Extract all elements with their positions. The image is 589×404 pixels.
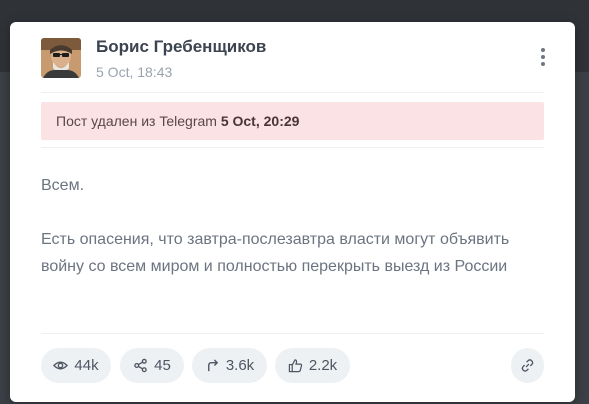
divider <box>41 147 544 148</box>
link-icon <box>521 359 534 372</box>
shares-count: 45 <box>154 357 171 374</box>
views-counter[interactable]: 44k <box>41 348 111 383</box>
post-body: Всем. Есть опасения, что завтра-послезав… <box>41 172 521 280</box>
more-options-button[interactable] <box>537 48 549 70</box>
post-card: Борис Гребенщиков 5 Oct, 18:43 Пост удал… <box>10 22 575 402</box>
more-vertical-icon <box>541 48 545 52</box>
deleted-notice-text: Пост удален из Telegram <box>56 113 221 129</box>
deleted-notice: Пост удален из Telegram 5 Oct, 20:29 <box>41 102 544 140</box>
divider <box>41 92 544 93</box>
reactions-counter[interactable]: 2.2k <box>275 348 350 383</box>
divider <box>41 333 544 334</box>
avatar[interactable] <box>41 38 81 78</box>
shares-counter[interactable]: 45 <box>120 348 184 383</box>
views-count: 44k <box>74 357 99 374</box>
eye-icon <box>53 361 69 370</box>
share-nodes-icon <box>134 358 147 373</box>
reactions-count: 2.2k <box>308 357 338 374</box>
avatar-image <box>41 38 81 78</box>
author-name[interactable]: Борис Гребенщиков <box>96 37 266 57</box>
forward-arrow-icon <box>207 359 218 372</box>
copy-link-button[interactable] <box>511 348 544 383</box>
forwards-count: 3.6k <box>225 357 255 374</box>
post-timestamp[interactable]: 5 Oct, 18:43 <box>96 64 172 80</box>
post-paragraph: Есть опасения, что завтра-послезавтра вл… <box>41 231 510 275</box>
thumbs-up-icon <box>288 359 302 373</box>
forwards-counter[interactable]: 3.6k <box>192 348 267 383</box>
post-paragraph: Всем. <box>41 177 85 194</box>
deleted-notice-datetime: 5 Oct, 20:29 <box>220 113 300 129</box>
